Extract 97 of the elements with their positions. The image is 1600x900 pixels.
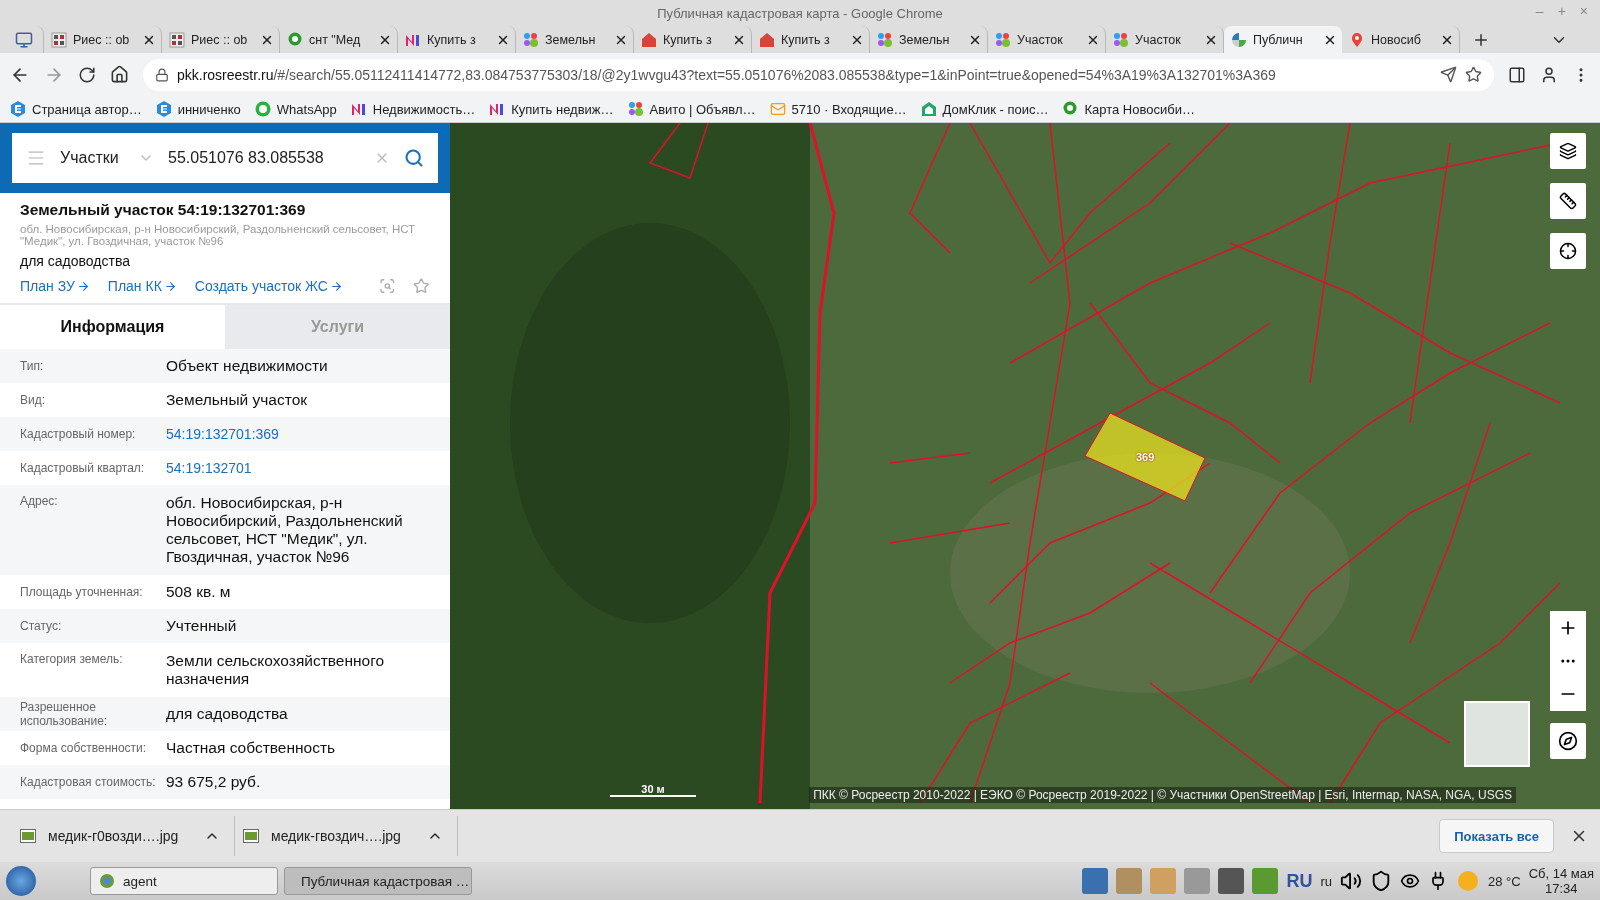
address-bar[interactable]: pkk.rosreestr.ru/#/search/55.05112411414772,83.084753775303/18/@2y1wvgu43?text=55.051076%2083.085538&type=1&inPoint=true&opened=54%3A19%3A132701%3A369 (143, 58, 1494, 91)
field-label: Площадь уточненная: (20, 585, 144, 599)
dots-icon (877, 31, 893, 48)
arrow-icon (163, 279, 177, 293)
parcel-address: обл. Новосибирская, р-н Новосибирский, Раздольненский сельсовет, НСТ "Медик", ул. Гвоздичная, участок №96 (20, 223, 417, 247)
image-file-icon (20, 829, 36, 843)
send-icon[interactable] (1440, 66, 1457, 83)
locate-button[interactable] (1550, 233, 1586, 269)
field-value: Земли сельскохозяйственного назначения (166, 652, 386, 688)
parcel-purpose: для садоводства (20, 253, 131, 269)
star-icon[interactable] (1465, 66, 1482, 83)
profile-icon[interactable] (1540, 65, 1558, 84)
layers-icon (1559, 142, 1577, 160)
mail-icon (769, 101, 786, 117)
field-label: Кадастровый квартал: (20, 461, 146, 475)
bookmark[interactable]: Недвижимость… (350, 101, 476, 117)
e-icon (10, 101, 26, 117)
cadastral-link[interactable]: 54:19:132701:369 (166, 425, 430, 443)
field-label: Разрешенное использование: (20, 700, 109, 728)
taskbar-window[interactable]: agent (90, 867, 278, 895)
volume-icon[interactable] (1340, 870, 1362, 892)
field-value: обл. Новосибирская, р-н Новосибирский, Раздольненский сельсовет, НСТ "Медик", ул. Гвоздичная, участок №96 (166, 494, 404, 566)
logo-icon (1231, 31, 1247, 48)
bookmark[interactable]: ДомКлик - поис… (920, 101, 1049, 117)
plan-link[interactable]: План КК (107, 278, 177, 294)
home-icon[interactable] (110, 65, 129, 84)
download-item[interactable]: медик-гвоздич….jpg (235, 816, 458, 856)
search-field[interactable]: Участки 55.051076 83.085538 (12, 133, 438, 183)
eye-icon[interactable] (1400, 871, 1420, 891)
map-attribution: ПКК © Росреестр 2010-2022 | ЕЭКО © Росреестр 2019-2022 | © Участники OpenStreetMap | Esri, Intermap, NASA, NGA, USGS (809, 787, 1516, 803)
search-icon[interactable] (404, 148, 424, 168)
field-label: Тип: (20, 359, 45, 373)
grid-icon (51, 31, 67, 48)
ruler-button[interactable] (1550, 183, 1586, 219)
crosshair-icon (1559, 242, 1577, 260)
show-all-button[interactable]: Показать все (1439, 819, 1554, 853)
window-title: Публичная кадастровая карта - Google Chrome (657, 5, 943, 21)
image-file-icon (243, 829, 259, 843)
parcel-title: Земельный участок 54:19:132701:369 (20, 201, 307, 219)
arrow-icon (76, 279, 90, 293)
bookmark[interactable]: Карта Новосиби… (1062, 101, 1195, 117)
house-icon (920, 101, 937, 117)
letter-icon (350, 101, 367, 117)
locale-label[interactable]: ru (1320, 873, 1332, 889)
bookmark[interactable]: Авито | Объявл… (627, 101, 756, 117)
dots-icon (627, 101, 644, 117)
bookmark[interactable]: Страница автор… (10, 101, 142, 117)
taskbar-window[interactable]: Публичная кадастровая … (284, 867, 472, 895)
house-icon (759, 31, 775, 48)
plan-link[interactable]: Создать участок ЖС (194, 278, 343, 294)
field-value: Объект недвижимости (166, 357, 329, 375)
download-item[interactable]: медик-г0возди….jpg (12, 816, 235, 856)
bookmark[interactable]: Купить недвиж… (489, 101, 614, 117)
scale-bar: 30 м (610, 783, 696, 797)
grid-icon (169, 31, 185, 48)
dots-icon (1113, 31, 1129, 48)
keyboard-layout[interactable]: RU (1286, 870, 1313, 892)
field-value: 93 675,2 руб. (166, 773, 262, 791)
field-label: Кадастровый номер: (20, 427, 137, 441)
house-icon (641, 31, 657, 48)
compass-button[interactable] (1550, 723, 1586, 759)
monitor-icon (15, 30, 33, 49)
plan-link[interactable]: План ЗУ (20, 278, 90, 294)
field-value: для садоводства (166, 705, 289, 723)
e-icon (155, 101, 172, 117)
dots-icon (523, 31, 539, 48)
field-label: Статус: (20, 619, 63, 633)
field-label: Категория земель: (20, 652, 124, 666)
app-icon (99, 873, 115, 889)
dots-icon (995, 31, 1011, 48)
bookmark[interactable]: 5710 · Входящие… (769, 101, 907, 117)
bookmark[interactable]: инниченко (155, 101, 241, 117)
reload-icon[interactable] (78, 65, 96, 84)
field-label: Форма собственности: (20, 741, 148, 755)
field-label: Кадастровая стоимость: (20, 775, 157, 789)
layers-button[interactable] (1550, 133, 1586, 169)
field-value: Земельный участок (166, 391, 309, 409)
side-panel-icon[interactable] (1508, 65, 1526, 84)
browser-tab[interactable]: Публичн (1224, 26, 1342, 53)
lock-icon (155, 67, 169, 82)
field-label: Вид: (20, 393, 47, 407)
field-label: Адрес: (20, 494, 59, 508)
compass-icon (1558, 731, 1578, 751)
clock[interactable]: Сб, 14 мая 17:34 (1528, 866, 1594, 896)
shield-icon[interactable] (1370, 870, 1392, 892)
bookmark[interactable]: WhatsApp (254, 101, 337, 117)
start-button[interactable] (6, 866, 36, 896)
field-value: 508 кв. м (166, 583, 232, 601)
letter-icon (489, 101, 506, 117)
cadastral-link[interactable]: 54:19:132701 (166, 459, 430, 477)
temperature: 28 °C (1488, 873, 1521, 889)
ruler-icon (1559, 192, 1577, 210)
star-icon[interactable] (413, 277, 430, 295)
arrow-icon (329, 279, 343, 293)
satellite-map[interactable]: 369 30 м ПКК © Росреестр 2010-2022 | ЕЭКО © Росреестр 2019-2022 | © Участники OpenStreetMap | Esri, Intermap, NASA, NGA, USGS (450, 123, 1600, 809)
field-value: Частная собственность (166, 739, 337, 757)
field-value: Учтенный (166, 617, 238, 635)
